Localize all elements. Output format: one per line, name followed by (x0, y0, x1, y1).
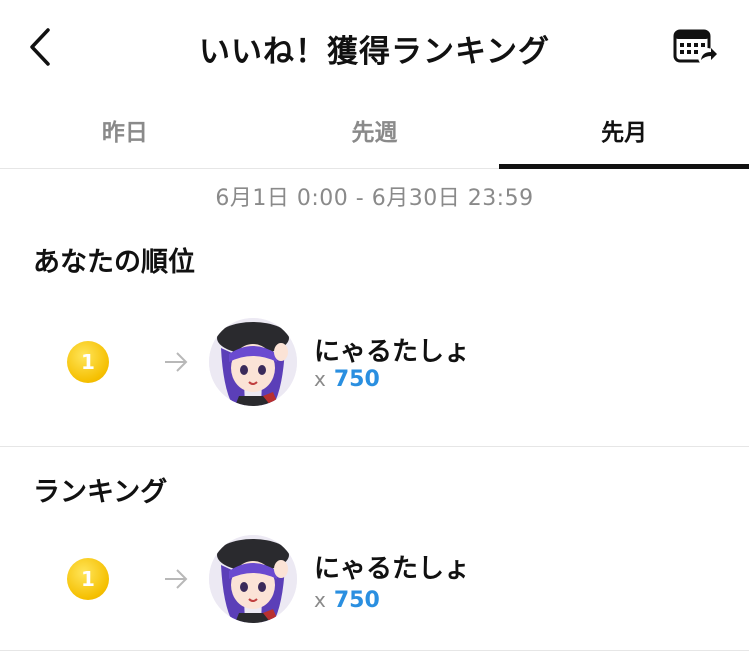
arrow-right-icon (165, 569, 188, 589)
ranking-row: 1 にゃるたしょ x 750 (0, 526, 749, 636)
rank-medal: 1 (67, 341, 109, 383)
like-prefix: x (314, 367, 326, 391)
date-range: 6月1日 0:00 - 6月30日 23:59 (215, 186, 534, 211)
avatar[interactable] (209, 318, 297, 406)
my-rank-row: 1 にゃるたしょ x 750 (0, 307, 749, 417)
rank-number: 1 (81, 567, 95, 591)
ranking-title: ランキング (33, 477, 168, 508)
calendar-share-icon (673, 29, 717, 66)
like-count-line: x 750 (314, 367, 380, 392)
arrow-right-icon (165, 352, 188, 372)
calendar-button[interactable] (672, 26, 718, 68)
avatar[interactable] (209, 535, 297, 623)
tab-yesterday[interactable]: 昨日 (0, 95, 250, 168)
username[interactable]: にゃるたしょ (314, 331, 470, 368)
like-prefix: x (314, 588, 326, 612)
header: いいね！獲得ランキング (0, 0, 749, 95)
divider (0, 650, 749, 651)
tab-last-week[interactable]: 先週 (250, 95, 500, 168)
username[interactable]: にゃるたしょ (314, 548, 470, 585)
like-count: 750 (333, 588, 380, 613)
avatar-image (209, 318, 297, 406)
divider (0, 446, 749, 447)
rank-number: 1 (81, 350, 95, 374)
like-count-line: x 750 (314, 588, 380, 613)
avatar-image (209, 535, 297, 623)
page-title: いいね！獲得ランキング (198, 34, 551, 70)
like-count: 750 (333, 367, 380, 392)
period-tabs: 昨日 先週 先月 (0, 95, 749, 169)
tab-last-month[interactable]: 先月 (499, 95, 749, 169)
rank-medal: 1 (67, 558, 109, 600)
my-rank-title: あなたの順位 (33, 247, 195, 278)
